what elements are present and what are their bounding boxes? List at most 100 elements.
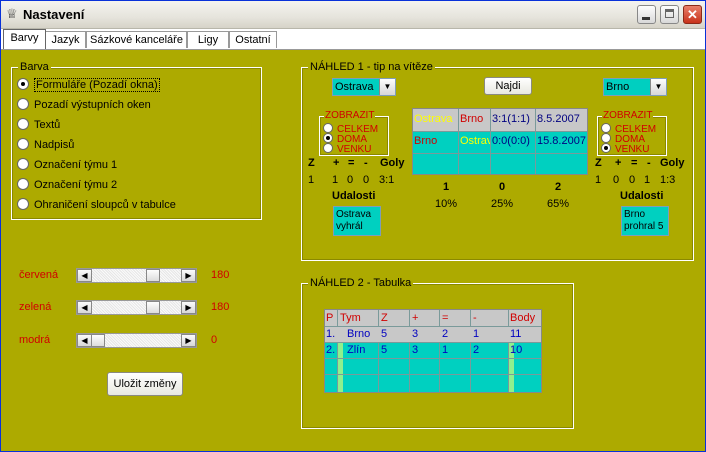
- tip-percent-1: 10%: [435, 198, 458, 210]
- col-header-tym: Tym: [340, 312, 361, 324]
- radio-formulare[interactable]: Formuláře (Pozadí okna): [17, 78, 160, 92]
- right-radio-venku[interactable]: VENKU: [601, 143, 650, 155]
- radio-label: VENKU: [615, 144, 650, 155]
- radio-dot: [323, 143, 333, 153]
- slider-track: [77, 269, 196, 282]
- match2-away: Ostrava: [460, 135, 490, 147]
- left-header-plus: +: [333, 157, 340, 169]
- match1-home: Ostrava: [414, 113, 453, 125]
- slider-right-arrow-icon[interactable]: ▶: [181, 269, 196, 282]
- radio-label: Nadpisů: [34, 139, 75, 151]
- match2-score: 0:0(0:0): [492, 135, 530, 147]
- slider-value-modra: 0: [211, 334, 218, 346]
- left-stat-plus: 1: [332, 174, 339, 186]
- barva-group-label: Barva: [18, 61, 51, 73]
- slider-left-arrow-icon[interactable]: ◀: [77, 301, 92, 314]
- radio-nadpisu[interactable]: Nadpisů: [17, 138, 74, 152]
- left-stat-z: 1: [308, 174, 315, 186]
- col-header-p: P: [326, 312, 334, 324]
- maximize-button[interactable]: [660, 5, 679, 24]
- row2-z: 5: [381, 344, 388, 356]
- radio-label: Formuláře (Pozadí okna): [34, 78, 160, 92]
- row1-plus: 3: [412, 328, 419, 340]
- right-radio-doma[interactable]: DOMA: [601, 133, 645, 145]
- tab-strip: Barvy Jazyk Sázkové kanceláře Ligy Ostat…: [1, 29, 705, 50]
- slider-left-arrow-icon[interactable]: ◀: [77, 334, 92, 347]
- slider-cervena[interactable]: ◀ ▶: [76, 268, 197, 283]
- right-stat-z: 1: [595, 174, 602, 186]
- left-stat-minus: 0: [363, 174, 370, 186]
- slider-zelena[interactable]: ◀ ▶: [76, 300, 197, 315]
- row1-pos: 1.: [326, 328, 336, 340]
- tab-barvy[interactable]: Barvy: [3, 29, 46, 49]
- slider-thumb[interactable]: [146, 269, 160, 282]
- right-radio-celkem[interactable]: CELKEM: [601, 123, 656, 135]
- preview1-group: NÁHLED 1 - tip na vítěze Ostrava ▼ Najdi…: [301, 61, 694, 261]
- table-row: 1. Brno 5 3 2 1 11: [325, 327, 541, 342]
- tab-sazkove-kancelare[interactable]: Sázkové kanceláře: [86, 31, 187, 48]
- radio-dot: [601, 133, 611, 143]
- maximize-icon: [665, 9, 674, 18]
- right-header-z: Z: [595, 157, 602, 169]
- slider-thumb[interactable]: [91, 334, 105, 347]
- left-header-minus: -: [364, 157, 368, 169]
- slider-modra[interactable]: ◀ ▶: [76, 333, 197, 348]
- radio-oznaceni-tymu-2[interactable]: Označení týmu 2: [17, 178, 117, 192]
- radio-label: Ohraničení sloupců v tabulce: [34, 199, 176, 211]
- find-button[interactable]: Najdi: [484, 77, 532, 95]
- right-event-box: Brno prohral 5: [621, 206, 669, 236]
- close-button[interactable]: ✕: [683, 5, 702, 24]
- radio-pozadi-vystupnich-oken[interactable]: Pozadí výstupních oken: [17, 98, 151, 112]
- row1-team: Brno: [347, 328, 371, 340]
- match1-away: Brno: [460, 113, 484, 125]
- minimize-icon: [642, 17, 650, 20]
- row2-pos: 2.: [326, 344, 336, 356]
- right-zobrazit-group: ZOBRAZIT CELKEM DOMA VENKU: [597, 110, 667, 156]
- tab-jazyk[interactable]: Jazyk: [45, 31, 86, 48]
- league-table: P Tym Z + = - Body 1. Brno 5 3 2 1 11 2.…: [324, 309, 542, 393]
- left-team-combo[interactable]: Ostrava ▼: [332, 78, 396, 96]
- left-radio-venku[interactable]: VENKU: [323, 143, 371, 155]
- slider-label-modra: modrá: [19, 334, 51, 346]
- title-bar[interactable]: ♕ Nastavení ✕: [1, 1, 705, 29]
- radio-dot: [17, 118, 29, 130]
- save-changes-button[interactable]: Uložit změny: [107, 372, 183, 396]
- radio-oznaceni-tymu-1[interactable]: Označení týmu 1: [17, 158, 117, 172]
- left-zobrazit-label: ZOBRAZIT: [324, 110, 376, 122]
- radio-dot: [601, 143, 611, 153]
- tab-ligy[interactable]: Ligy: [187, 31, 229, 48]
- grid-line: [535, 109, 536, 174]
- barva-group: Barva Formuláře (Pozadí okna) Pozadí výs…: [11, 61, 262, 220]
- slider-value-zelena: 180: [211, 301, 230, 313]
- slider-right-arrow-icon[interactable]: ▶: [181, 334, 196, 347]
- right-stat-goly: 1:3: [660, 174, 676, 186]
- left-stat-goly: 3:1: [379, 174, 395, 186]
- radio-ohraniceni-sloupcu[interactable]: Ohraničení sloupců v tabulce: [17, 198, 176, 212]
- right-header-plus: +: [615, 157, 622, 169]
- slider-right-arrow-icon[interactable]: ▶: [181, 301, 196, 314]
- radio-dot: [601, 123, 611, 133]
- right-stat-minus: 1: [644, 174, 651, 186]
- left-radio-celkem[interactable]: CELKEM: [323, 123, 378, 135]
- left-radio-doma[interactable]: DOMA: [323, 133, 367, 145]
- radio-label: Označení týmu 1: [34, 159, 118, 171]
- radio-textu[interactable]: Textů: [17, 118, 60, 132]
- row2-plus: 3: [412, 344, 419, 356]
- right-team-combo[interactable]: Brno ▼: [603, 78, 667, 96]
- col-header-plus: +: [412, 312, 419, 324]
- radio-dot: [323, 133, 333, 143]
- right-stat-plus: 0: [613, 174, 620, 186]
- radio-dot: [17, 98, 29, 110]
- tab-ostatni[interactable]: Ostatní: [229, 31, 277, 48]
- minimize-button[interactable]: [637, 5, 656, 24]
- left-header-equal: =: [348, 157, 355, 169]
- tip-label-1: 1: [443, 181, 450, 193]
- chevron-down-icon[interactable]: ▼: [379, 79, 395, 95]
- row2-minus: 2: [473, 344, 480, 356]
- chevron-down-icon[interactable]: ▼: [650, 79, 666, 95]
- slider-thumb[interactable]: [146, 301, 160, 314]
- slider-left-arrow-icon[interactable]: ◀: [77, 269, 92, 282]
- slider-track: [77, 301, 196, 314]
- radio-label: Pozadí výstupních oken: [34, 99, 151, 111]
- radio-dot: [323, 123, 333, 133]
